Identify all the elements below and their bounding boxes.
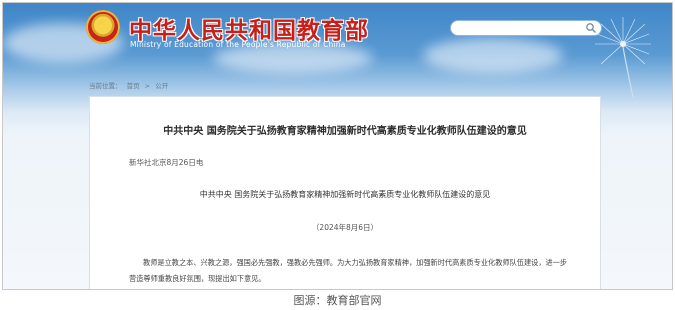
search-input[interactable] (450, 20, 602, 36)
site-subtitle: Ministry of Education of the People's Re… (130, 40, 346, 49)
breadcrumb-separator: > (144, 82, 151, 90)
breadcrumb-item-home[interactable]: 首页 (127, 82, 140, 90)
cloud-decoration (423, 38, 563, 73)
screenshot-frame: ★ 中华人民共和国教育部 Ministry of Education of th… (2, 2, 673, 290)
breadcrumb-item-public[interactable]: 公开 (155, 82, 168, 90)
article-source: 新华社北京8月26日电 (129, 158, 204, 167)
article-subhead: 中共中央 国务院关于弘扬教育家精神加强新时代高素质专业化教师队伍建设的意见 (199, 190, 491, 199)
article-panel: 中共中央 国务院关于弘扬教育家精神加强新时代高素质专业化教师队伍建设的意见 新华… (89, 96, 601, 289)
dandelion-icon (595, 17, 651, 98)
article-headline: 中共中央 国务院关于弘扬教育家精神加强新时代高素质专业化教师队伍建设的意见 (163, 126, 527, 137)
breadcrumb: 当前位置： 首页 > 公开 (89, 80, 171, 90)
breadcrumb-prefix: 当前位置： (89, 82, 122, 90)
article-paragraph: 教师是立教之本、兴教之源，强国必先强教，强教必先强师。为大力弘扬教育家精神，加强… (129, 258, 568, 283)
national-emblem-icon[interactable]: ★ (86, 10, 120, 44)
image-caption: 图源：教育部官网 (293, 294, 382, 307)
article-date: （2024年8月6日） (311, 223, 379, 232)
